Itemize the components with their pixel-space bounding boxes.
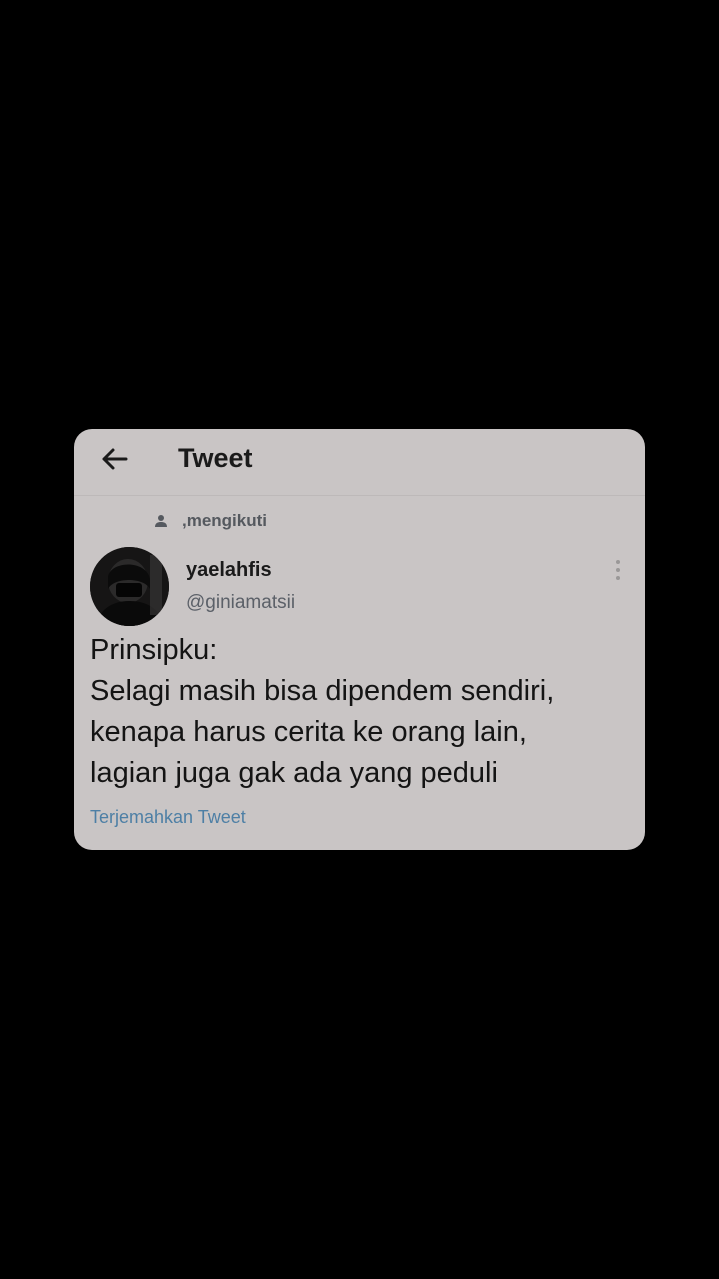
person-icon <box>155 515 167 527</box>
tweet-header: Tweet <box>74 429 645 491</box>
tweet-line: Prinsipku: <box>90 634 218 666</box>
tweet-line: Selagi masih bisa dipendem sendiri, <box>90 675 555 707</box>
page-title: Tweet <box>178 443 253 473</box>
translate-tweet-link[interactable]: Terjemahkan Tweet <box>90 807 246 828</box>
arrow-left-icon <box>102 448 128 470</box>
author-handle[interactable]: @giniamatsii <box>186 592 295 614</box>
avatar-image <box>90 547 169 626</box>
social-context: ,mengikuti <box>154 511 267 531</box>
author-display-name[interactable]: yaelahfis <box>186 559 272 582</box>
avatar[interactable] <box>90 547 169 626</box>
social-context-text: ,mengikuti <box>182 511 268 530</box>
tweet-card: Tweet ,mengikuti yaelahfis @giniamatsii … <box>74 429 645 850</box>
more-vertical-icon <box>616 560 620 580</box>
tweet-body: Prinsipku: Selagi masih bisa dipendem se… <box>90 630 635 794</box>
header-divider <box>74 495 645 496</box>
more-options-button[interactable] <box>606 557 630 583</box>
tweet-line: lagian juga gak ada yang peduli <box>90 757 498 789</box>
tweet-line: kenapa harus cerita ke orang lain, <box>90 716 527 748</box>
back-button[interactable] <box>96 441 132 477</box>
